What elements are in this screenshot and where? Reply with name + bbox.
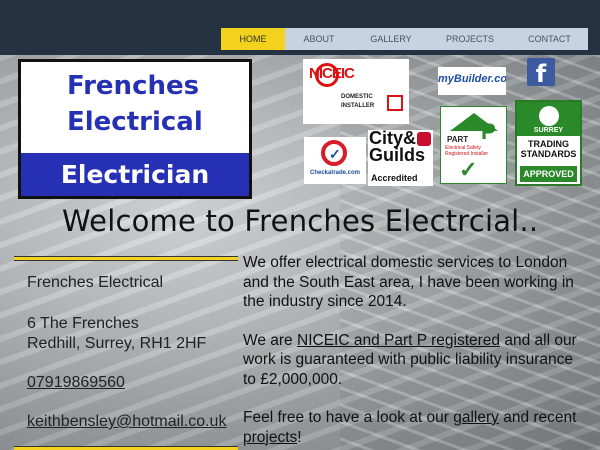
city-guilds-name: City& Guilds	[369, 130, 425, 164]
logo-line2: Electrical	[67, 107, 203, 137]
check-icon: ✓	[459, 157, 478, 182]
intro-text: We offer electrical domestic services to…	[243, 253, 583, 450]
logo-line1: Frenches	[67, 71, 200, 101]
main-nav: HOME ABOUT GALLERY PROJECTS CONTACT	[221, 28, 588, 50]
leaf-icon	[539, 106, 559, 126]
mybuilder-badge[interactable]: myBuilder.com	[438, 67, 506, 95]
approved-label: APPROVED	[520, 166, 577, 182]
intro-paragraph-2: We are NICEIC and Part P registered and …	[243, 331, 583, 390]
registration-link[interactable]: NICEIC and Part P registered	[297, 332, 500, 349]
nav-gallery[interactable]: GALLERY	[353, 28, 429, 50]
check-icon: ✓	[329, 146, 341, 162]
part-p-subtitle: Electrical Safety Registered Installer	[445, 145, 489, 157]
city-guilds-line2: Guilds	[369, 145, 426, 165]
house-icon	[387, 95, 403, 111]
nav-home[interactable]: HOME	[221, 28, 285, 50]
p3-text-c: !	[297, 428, 302, 446]
divider-top	[14, 256, 238, 261]
surrey-trading-standards-badge: SURREY TRADING STANDARDS APPROVED	[515, 100, 582, 186]
niceic-badge: NICEIC DOMESTIC INSTALLER	[303, 59, 409, 124]
niceic-mark: NICEIC	[309, 65, 355, 82]
p3-text-a: Feel free to have a look at our	[243, 409, 454, 426]
city-guilds-badge: City& Guilds Accredited	[368, 130, 433, 186]
logo-band: Electrician	[21, 153, 249, 196]
surrey-name: SURREY	[533, 127, 564, 134]
nav-about[interactable]: ABOUT	[285, 28, 353, 50]
niceic-sub1: DOMESTIC	[341, 94, 373, 100]
intro-paragraph-3: Feel free to have a look at our gallery …	[243, 408, 583, 447]
gallery-link[interactable]: gallery	[453, 409, 499, 426]
part-p-label: PART	[447, 135, 469, 144]
checkatrade-badge: ✓ Checkatrade.com	[304, 137, 366, 184]
header-bar: HOME ABOUT GALLERY PROJECTS CONTACT	[0, 0, 600, 55]
contact-phone-link[interactable]: 07919869560	[27, 374, 125, 392]
divider-bottom	[14, 446, 238, 450]
contact-address-line2: Redhill, Surrey, RH1 2HF	[27, 335, 207, 352]
page-title: Welcome to Frenches Electrcial..	[62, 204, 539, 238]
niceic-sub2: INSTALLER	[341, 103, 375, 109]
niceic-subtitle: DOMESTIC INSTALLER	[341, 93, 374, 111]
p2-text-a: We are	[243, 331, 297, 349]
surrey-header: SURREY	[517, 102, 580, 136]
part-p-letter: P	[481, 119, 496, 144]
nav-projects[interactable]: PROJECTS	[429, 28, 511, 50]
contact-address-line1: 6 The Frenches	[27, 315, 139, 332]
city-guilds-accredited: Accredited	[371, 173, 418, 183]
contact-company: Frenches Electrical	[27, 274, 164, 291]
projects-link[interactable]: projects	[243, 429, 297, 446]
checkatrade-label: Checkatrade.com	[309, 170, 361, 176]
contact-email-link[interactable]: keithbensley@hotmail.co.uk	[27, 413, 226, 431]
mybuilder-label: myBuilder.com	[438, 73, 506, 85]
p3-text-b: and recent	[498, 409, 577, 426]
intro-paragraph-1: We offer electrical domestic services to…	[243, 254, 574, 310]
facebook-icon[interactable]: f	[527, 58, 555, 86]
part-p-badge: P PART Electrical Safety Registered Inst…	[440, 106, 507, 184]
ts-line1: TRADING	[528, 139, 569, 149]
nav-contact[interactable]: CONTACT	[511, 28, 588, 50]
contact-panel: Frenches Electrical 6 The Frenches Redhi…	[14, 256, 238, 450]
trading-standards-label: TRADING STANDARDS	[517, 139, 580, 159]
company-logo[interactable]: Frenches Electrical Electrician	[18, 59, 252, 199]
ts-line2: STANDARDS	[520, 149, 577, 159]
